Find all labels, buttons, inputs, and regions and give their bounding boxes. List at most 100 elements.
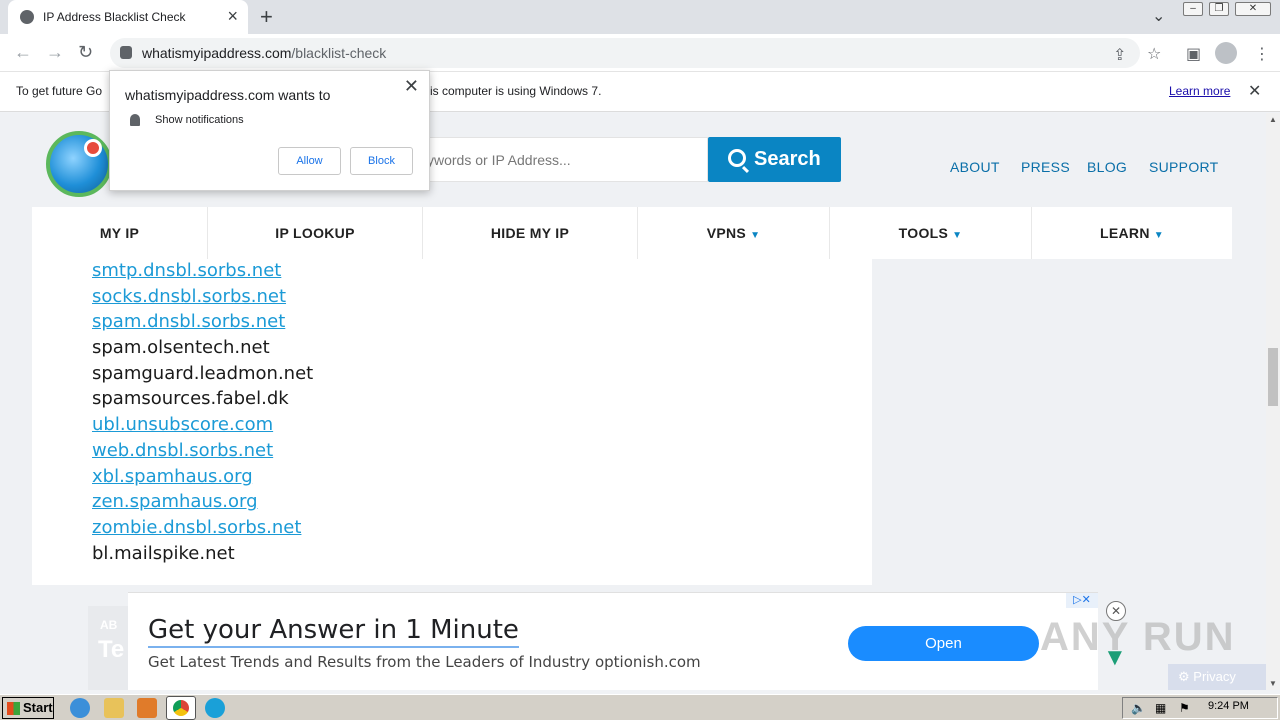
chevron-down-icon[interactable]: ⌄ [1152, 6, 1165, 26]
search-button[interactable]: Search [708, 137, 841, 182]
start-button[interactable]: Start [2, 697, 54, 719]
nav-tools[interactable]: TOOLS ▼ [830, 207, 1032, 259]
bookmark-star-icon[interactable]: ☆ [1147, 44, 1161, 64]
prompt-heading: whatismyipaddress.com wants to [125, 87, 331, 103]
action-center-flag-icon[interactable]: ⚑ [1179, 701, 1190, 715]
page-scrollbar[interactable]: ▲ ▼ [1266, 113, 1280, 690]
minimize-icon[interactable]: – [1183, 2, 1203, 16]
caret-down-icon: ▼ [750, 230, 761, 241]
top-link-blog[interactable]: BLOG [1087, 159, 1127, 175]
back-icon[interactable]: ← [14, 42, 32, 63]
blacklist-link[interactable]: zen.spamhaus.org [92, 491, 258, 512]
notification-permission-prompt: whatismyipaddress.com wants to ✕ Show no… [109, 70, 430, 191]
globe-icon [20, 10, 34, 24]
browser-toolbar: ← → ↻ whatismyipaddress.com/blacklist-ch… [0, 34, 1280, 72]
tab-strip: IP Address Blacklist Check × + ⌄ – ❐ ✕ [0, 0, 1280, 34]
privacy-label: Privacy [1193, 669, 1236, 684]
block-button[interactable]: Block [350, 147, 413, 175]
explorer-folder-icon[interactable] [104, 698, 124, 718]
top-link-support[interactable]: SUPPORT [1149, 159, 1219, 175]
scroll-down-icon[interactable]: ▼ [1269, 679, 1277, 688]
chrome-icon [173, 700, 189, 716]
blacklist-link[interactable]: zombie.dnsbl.sorbs.net [92, 517, 301, 538]
window-close-icon[interactable]: ✕ [1235, 2, 1271, 16]
edge-icon[interactable] [205, 698, 225, 718]
ie-icon[interactable] [70, 698, 90, 718]
caret-down-icon: ▼ [1153, 230, 1164, 241]
blacklist-text: bl.mailspike.net [92, 543, 235, 564]
site-search-input[interactable]: ywords or IP Address... [390, 137, 708, 182]
ad-side-panel: AB Te [88, 606, 128, 690]
nav-my-ip[interactable]: MY IP [32, 207, 208, 259]
logo-pin-icon [84, 139, 102, 157]
blacklist-link[interactable]: ubl.unsubscore.com [92, 414, 273, 435]
nav-label: TOOLS [898, 225, 949, 241]
adchoices-icon[interactable]: ▷✕ [1066, 593, 1098, 608]
ad-headline[interactable]: Get your Answer in 1 Minute [148, 615, 519, 648]
scrollbar-thumb[interactable] [1268, 348, 1278, 406]
nav-ip-lookup[interactable]: IP LOOKUP [208, 207, 423, 259]
search-button-label: Search [754, 148, 821, 170]
profile-avatar-icon[interactable] [1215, 42, 1237, 64]
side-panel-icon[interactable]: ▣ [1186, 44, 1201, 64]
blacklist-link[interactable]: web.dnsbl.sorbs.net [92, 440, 273, 461]
search-icon [728, 149, 746, 167]
close-infobar-icon[interactable]: ✕ [1248, 81, 1261, 101]
close-tab-icon[interactable]: × [227, 6, 238, 27]
anyrun-watermark: ANY RUN [1040, 615, 1236, 659]
infobar-message-right: is computer is using Windows 7. [430, 84, 602, 98]
ad-open-button[interactable]: Open [848, 626, 1039, 661]
network-icon[interactable]: ▦ [1155, 701, 1166, 715]
taskbar-clock[interactable]: 9:24 PM [1208, 700, 1249, 712]
windows-logo-icon [7, 702, 20, 715]
url-path: /blacklist-check [291, 45, 387, 61]
allow-button[interactable]: Allow [278, 147, 341, 175]
share-icon[interactable]: ⇪ [1113, 45, 1126, 65]
tab-title: IP Address Blacklist Check [43, 10, 186, 24]
top-link-press[interactable]: PRESS [1021, 159, 1070, 175]
restore-icon[interactable]: ❐ [1209, 2, 1229, 16]
learn-more-link[interactable]: Learn more [1169, 84, 1230, 98]
prompt-permission: Show notifications [155, 114, 244, 126]
url-text[interactable]: whatismyipaddress.com/blacklist-check [142, 45, 386, 61]
browser-tab[interactable]: IP Address Blacklist Check × [8, 0, 248, 34]
system-tray: 🔈 ▦ ⚑ [1122, 697, 1278, 719]
blacklist-link[interactable]: spam.dnsbl.sorbs.net [92, 311, 285, 332]
address-bar[interactable]: whatismyipaddress.com/blacklist-check ⇪ [110, 38, 1140, 68]
ad-side-text-1: AB [100, 618, 118, 632]
lock-icon[interactable] [120, 46, 132, 59]
site-logo[interactable] [46, 131, 112, 197]
menu-dots-icon[interactable]: ⋮ [1254, 44, 1270, 64]
blacklist-link[interactable]: socks.dnsbl.sorbs.net [92, 286, 286, 307]
media-player-icon[interactable] [137, 698, 157, 718]
nav-hide-my-ip[interactable]: HIDE MY IP [423, 207, 638, 259]
blacklist-link[interactable]: xbl.spamhaus.org [92, 466, 253, 487]
nav-label: HIDE MY IP [490, 225, 570, 241]
close-prompt-icon[interactable]: ✕ [404, 76, 419, 97]
bell-icon [130, 114, 140, 126]
forward-icon[interactable]: → [46, 42, 64, 63]
volume-icon[interactable]: 🔈 [1131, 701, 1146, 715]
blacklist-link[interactable]: smtp.dnsbl.sorbs.net [92, 260, 281, 281]
nav-vpns[interactable]: VPNS ▼ [638, 207, 830, 259]
privacy-badge[interactable]: ⚙ Privacy [1168, 664, 1266, 690]
blacklist-text: spam.olsentech.net [92, 337, 270, 358]
ad-banner[interactable]: Get your Answer in 1 Minute Get Latest T… [128, 592, 1098, 690]
nav-label: LEARN [1100, 225, 1150, 241]
chrome-taskbar-button[interactable] [166, 696, 196, 720]
infobar-message-left: To get future Go [16, 84, 103, 98]
ad-side-text-2: Te [98, 636, 125, 663]
nav-learn[interactable]: LEARN ▼ [1032, 207, 1232, 259]
search-placeholder: ywords or IP Address... [427, 152, 571, 168]
caret-down-icon: ▼ [952, 230, 963, 241]
blacklist-text: spamsources.fabel.dk [92, 388, 289, 409]
ad-subtext: Get Latest Trends and Results from the L… [148, 653, 701, 671]
new-tab-icon[interactable]: + [260, 4, 273, 30]
nav-label: MY IP [99, 225, 140, 241]
scroll-up-icon[interactable]: ▲ [1269, 115, 1277, 124]
url-domain: whatismyipaddress.com [142, 45, 292, 61]
blacklist-content: smtp.dnsbl.sorbs.net socks.dnsbl.sorbs.n… [32, 259, 872, 585]
reload-icon[interactable]: ↻ [78, 42, 93, 63]
main-nav: MY IP IP LOOKUP HIDE MY IP VPNS ▼ TOOLS ▼ … [32, 207, 1232, 259]
top-link-about[interactable]: ABOUT [950, 159, 1000, 175]
